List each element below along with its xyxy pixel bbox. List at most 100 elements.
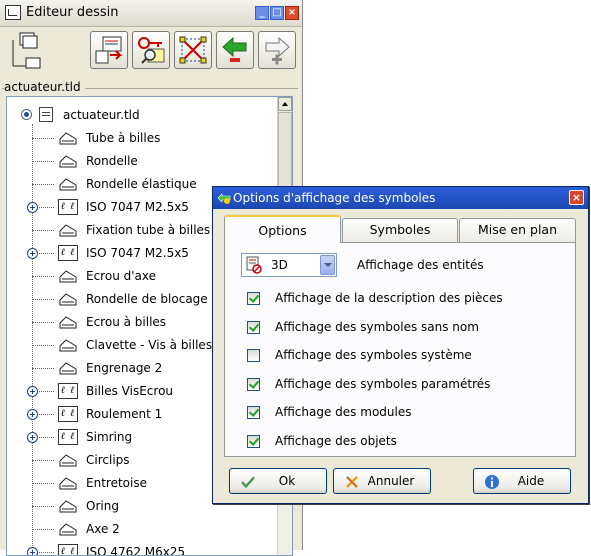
chevron-down-icon[interactable] (320, 255, 335, 275)
tree-branch-line (32, 529, 54, 530)
new-drawing-icon (95, 36, 123, 64)
root-selected-icon[interactable] (21, 109, 32, 120)
minimize-icon[interactable]: _ (255, 6, 269, 20)
editor-titlebar[interactable]: Editeur dessin _ □ × (0, 0, 302, 27)
expand-icon[interactable] (27, 432, 38, 443)
new-drawing-button[interactable] (90, 31, 128, 69)
tree-branch-line (32, 299, 54, 300)
display-mode-label: Affichage des entités (357, 258, 484, 272)
tree-item[interactable]: Rondelle (32, 150, 282, 173)
option-label: Affichage des modules (275, 405, 412, 419)
tree-branch-line (32, 322, 54, 323)
part-icon (59, 155, 77, 168)
tree-item-label: Oring (86, 499, 119, 513)
tree-branch-line (32, 483, 54, 484)
expand-icon[interactable] (27, 202, 38, 213)
option-checkbox[interactable] (247, 349, 260, 362)
part-icon (59, 293, 77, 306)
tab-options-label: Options (258, 223, 307, 238)
options-tab-page: 3D Affichage des entités Affichage de la… (224, 242, 576, 457)
tree-item-label: Ecrou à billes (86, 315, 167, 329)
part-icon (59, 132, 77, 145)
close-icon[interactable]: × (285, 6, 299, 20)
dialog-titlebar[interactable]: Options d'affichage des symboles × (213, 187, 588, 209)
tree-branch-line (32, 345, 54, 346)
tree-item-label: Entretoise (86, 476, 147, 490)
ok-button[interactable]: Ok (229, 468, 327, 494)
tree-item-label: Fixation tube à billes (86, 223, 211, 237)
option-label: Affichage de la description des pièces (275, 291, 503, 305)
tree-item-label: Tube à billes (86, 131, 161, 145)
tree-branch-line (32, 368, 54, 369)
remove-button[interactable] (216, 31, 254, 69)
option-label: Affichage des objets (275, 433, 397, 448)
assembly-icon: ℓ ℓ (58, 383, 78, 399)
tree-item-label: Axe 2 (86, 522, 120, 536)
assembly-icon: ℓ ℓ (58, 406, 78, 422)
display-mode-select[interactable]: 3D (241, 253, 337, 277)
tab-symboles-label: Symboles (369, 222, 431, 237)
add-button[interactable] (258, 31, 296, 69)
part-icon (59, 224, 77, 237)
tab-options[interactable]: Options (224, 215, 341, 243)
expand-icon[interactable] (27, 386, 38, 397)
part-icon (59, 316, 77, 329)
maximize-icon[interactable]: □ (270, 6, 284, 20)
part-icon (59, 454, 77, 467)
tree-group-label: actuateur.tld (4, 80, 85, 94)
arrange-button[interactable] (174, 31, 212, 69)
cancel-label: Annuler (367, 474, 415, 488)
tree-item[interactable]: Tube à billes (32, 127, 282, 150)
assembly-icon: ℓ ℓ (58, 544, 78, 555)
cancel-button[interactable]: Annuler (333, 468, 431, 494)
help-button[interactable]: Aide (473, 468, 571, 494)
tree-root-label: actuateur.tld (63, 108, 140, 122)
editor-toolbar (0, 26, 303, 78)
expand-icon[interactable] (27, 409, 38, 420)
option-label: Affichage des symboles système (275, 348, 472, 362)
tree-item-label: Rondelle élastique (86, 177, 197, 191)
tree-item-label: Billes VisEcrou (86, 384, 174, 398)
part-icon (59, 477, 77, 490)
option-checkbox[interactable] (247, 434, 260, 448)
tab-mise-en-plan[interactable]: Mise en plan (459, 218, 576, 242)
tree-view-icon[interactable] (8, 30, 42, 70)
option-checkbox[interactable] (247, 377, 260, 391)
arrow-right-plus-icon (265, 36, 290, 65)
tree-branch-line (32, 506, 54, 507)
expand-icon[interactable] (27, 547, 38, 555)
option-label: Affichage des symboles sans nom (275, 319, 479, 334)
tree-item[interactable]: Axe 2 (32, 518, 282, 541)
tree-branch-line (32, 161, 54, 162)
tree-item[interactable]: ℓ ℓ ISO 4762 M6x25 (27, 541, 282, 556)
arrange-icon (179, 36, 207, 64)
display-mode-value: 3D (271, 258, 288, 272)
tree-item-label: ISO 7047 M2.5x5 (86, 200, 189, 214)
scroll-up-icon[interactable] (278, 97, 292, 111)
option-checkbox[interactable] (247, 406, 260, 419)
search-key-button[interactable] (132, 31, 170, 69)
tree-item-label: Roulement 1 (86, 407, 163, 421)
assembly-icon: ℓ ℓ (58, 429, 78, 445)
tree-item-label: ISO 4762 M6x25 (86, 545, 186, 556)
tab-symboles[interactable]: Symboles (342, 218, 458, 242)
tree-branch-line (32, 276, 54, 277)
tree-item-label: Ecrou d'axe (86, 269, 156, 283)
tree-item-label: Simring (86, 430, 133, 444)
option-checkbox[interactable] (247, 292, 260, 305)
expand-icon[interactable] (27, 248, 38, 259)
tree-item-label: Clavette - Vis à billes (86, 338, 213, 352)
tree-item-label: Rondelle de blocage (86, 292, 208, 306)
tree-branch-line (32, 184, 54, 185)
tree-item-label: Engrenage 2 (86, 361, 163, 375)
3d-mode-icon (246, 256, 262, 274)
dialog-close-icon[interactable]: × (569, 190, 584, 205)
part-icon (59, 523, 77, 536)
options-dialog: Options d'affichage des symboles × Optio… (212, 186, 589, 504)
tree-branch-line (32, 460, 54, 461)
option-checkbox[interactable] (247, 320, 260, 334)
help-label: Aide (517, 474, 545, 488)
arrow-left-minus-icon (222, 36, 247, 62)
assembly-icon: ℓ ℓ (58, 199, 78, 215)
editor-title: Editeur dessin (26, 5, 119, 20)
